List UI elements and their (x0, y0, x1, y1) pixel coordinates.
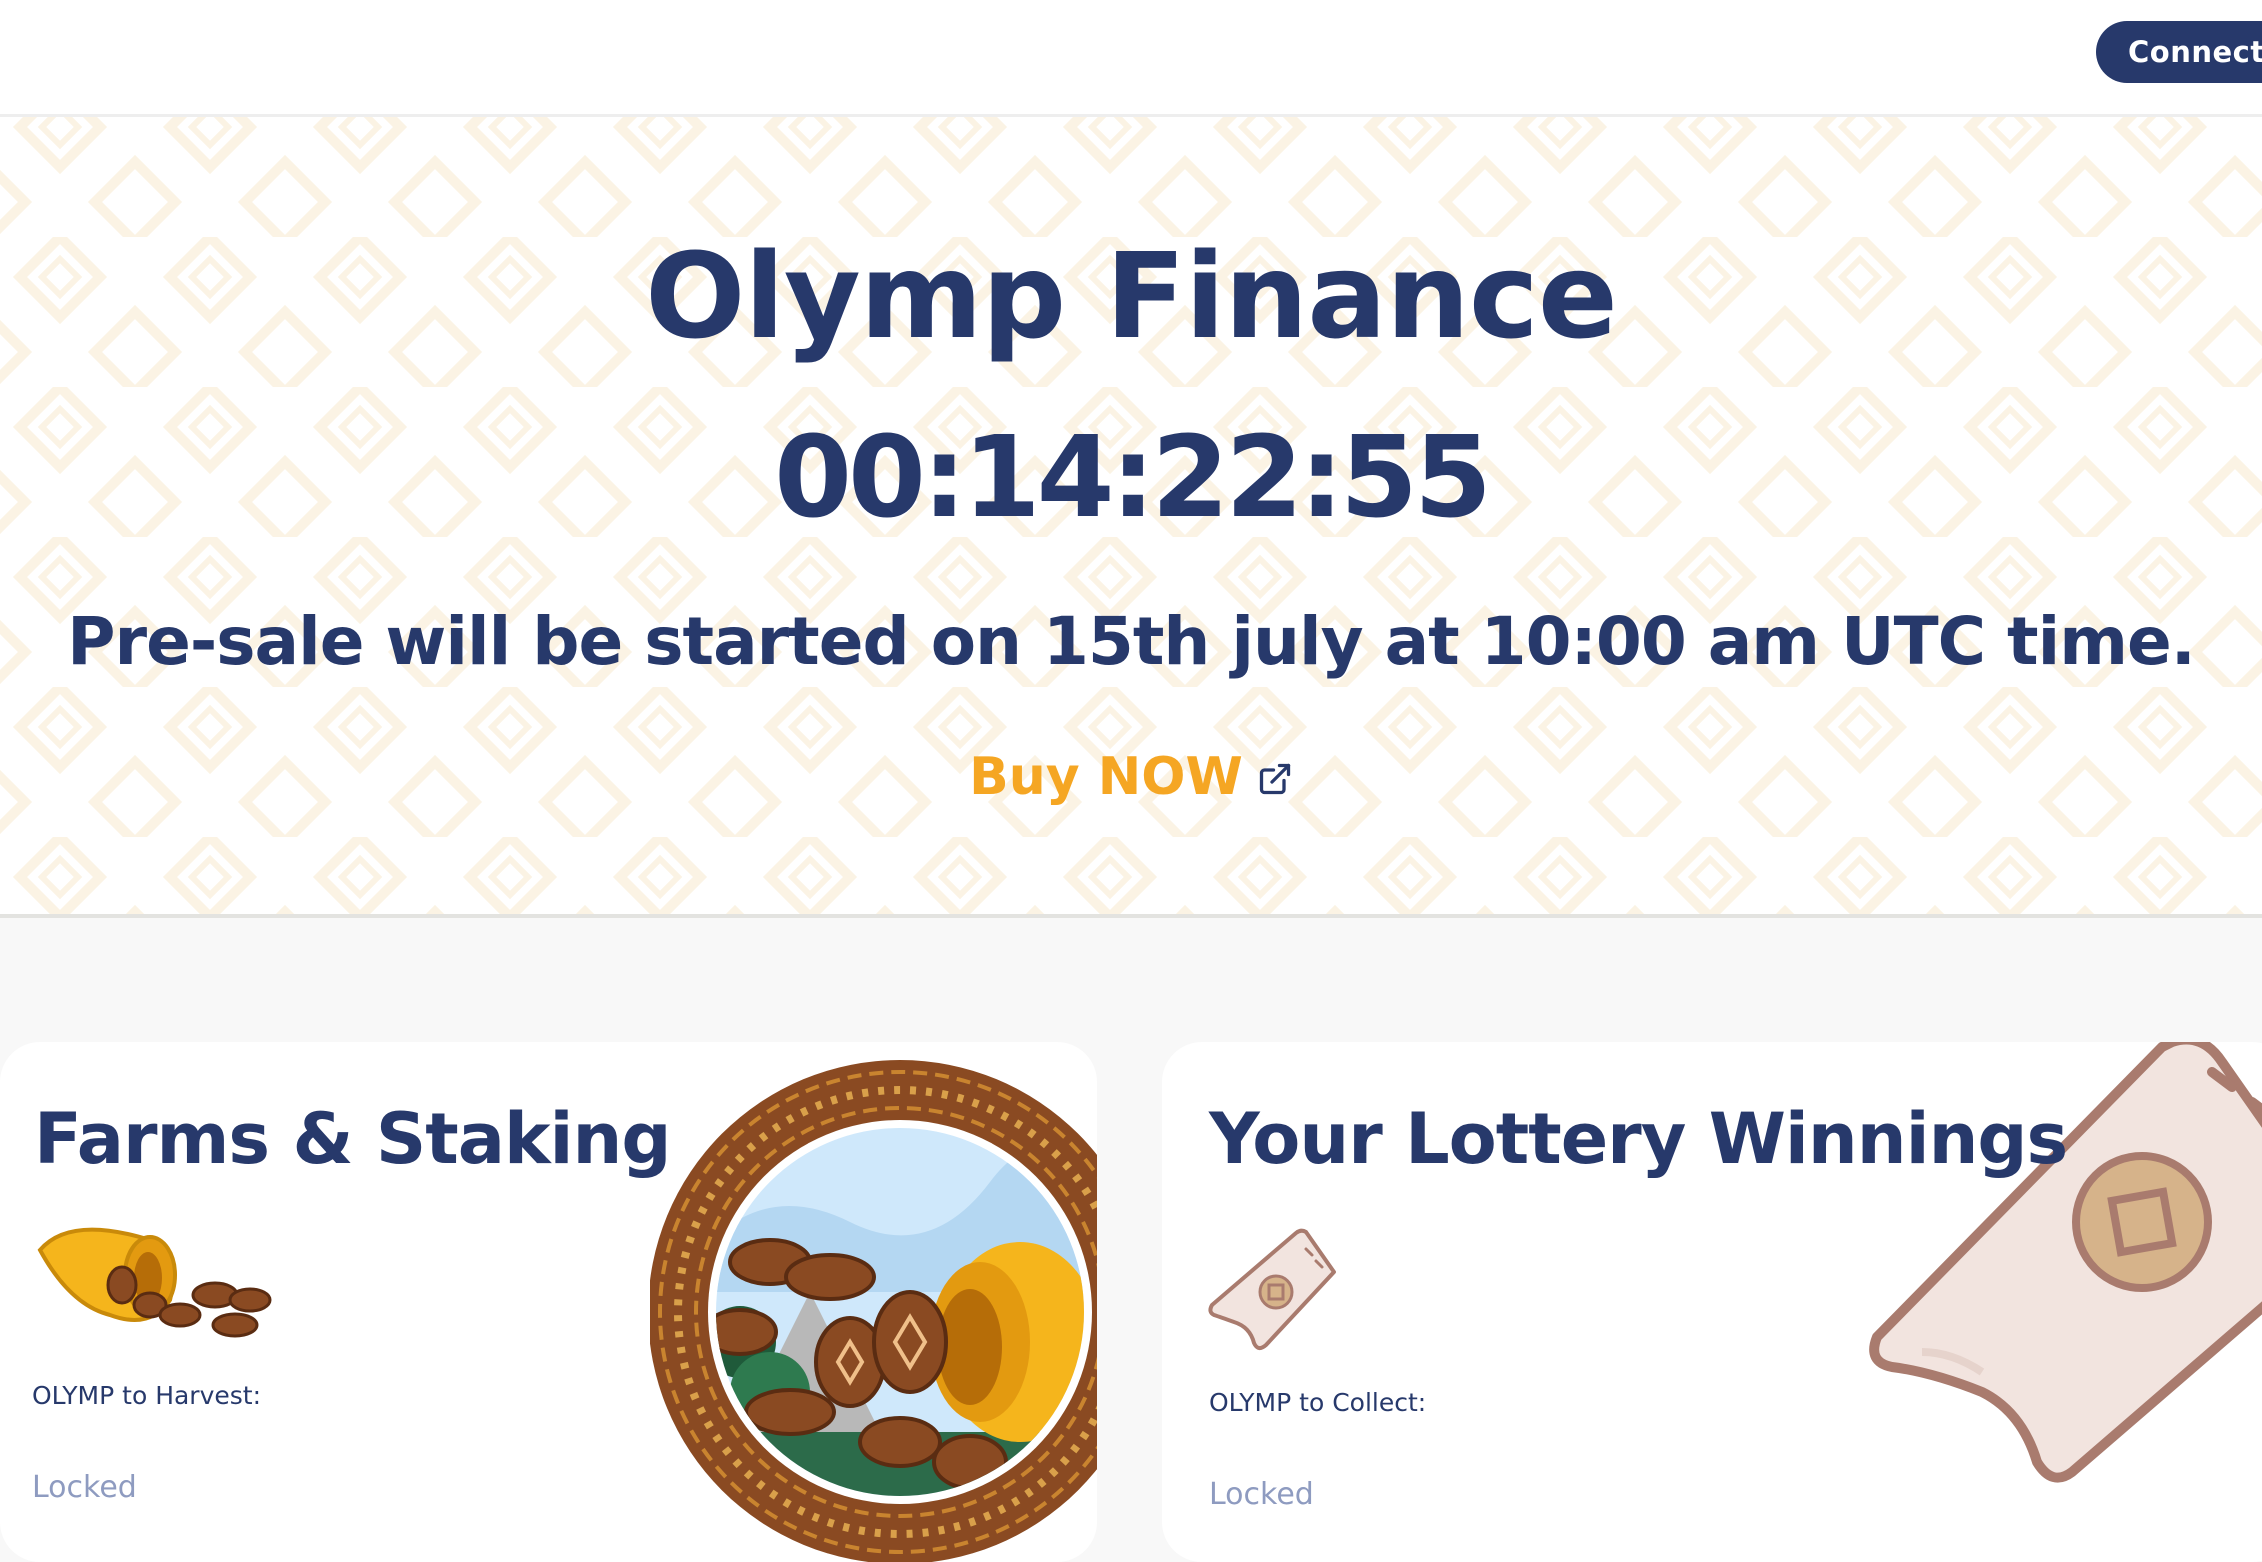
lottery-ticket-icon (1208, 1228, 1336, 1350)
top-bar: Connect (0, 0, 2262, 117)
connect-wallet-button[interactable]: Connect (2096, 21, 2262, 83)
buy-now-label: Buy NOW (969, 747, 1243, 807)
cornucopia-medallion-illustration (650, 1060, 1097, 1562)
countdown-timer: 00:14:22:55 (774, 413, 1492, 543)
harvest-value: Locked (32, 1470, 137, 1505)
farms-staking-card[interactable]: Farms & Staking OLYMP to Harvest: Locked (0, 1042, 1097, 1562)
external-link-icon (1257, 750, 1293, 810)
page-title: Olymp Finance (645, 227, 1618, 365)
lottery-winnings-card[interactable]: Your Lottery Winnings OLYMP to Collect: … (1162, 1042, 2262, 1562)
cornucopia-coins-icon (37, 1227, 272, 1338)
lottery-card-title: Your Lottery Winnings (1209, 1098, 2068, 1180)
farms-card-title: Farms & Staking (34, 1098, 671, 1180)
harvest-label: OLYMP to Harvest: (32, 1381, 262, 1410)
presale-notice: Pre-sale will be started on 15th july at… (67, 603, 2196, 680)
hero-banner: Olymp Finance 00:14:22:55 Pre-sale will … (0, 117, 2262, 918)
collect-value: Locked (1209, 1477, 1314, 1512)
buy-now-link[interactable]: Buy NOW (0, 747, 2262, 810)
collect-label: OLYMP to Collect: (1209, 1388, 1427, 1417)
